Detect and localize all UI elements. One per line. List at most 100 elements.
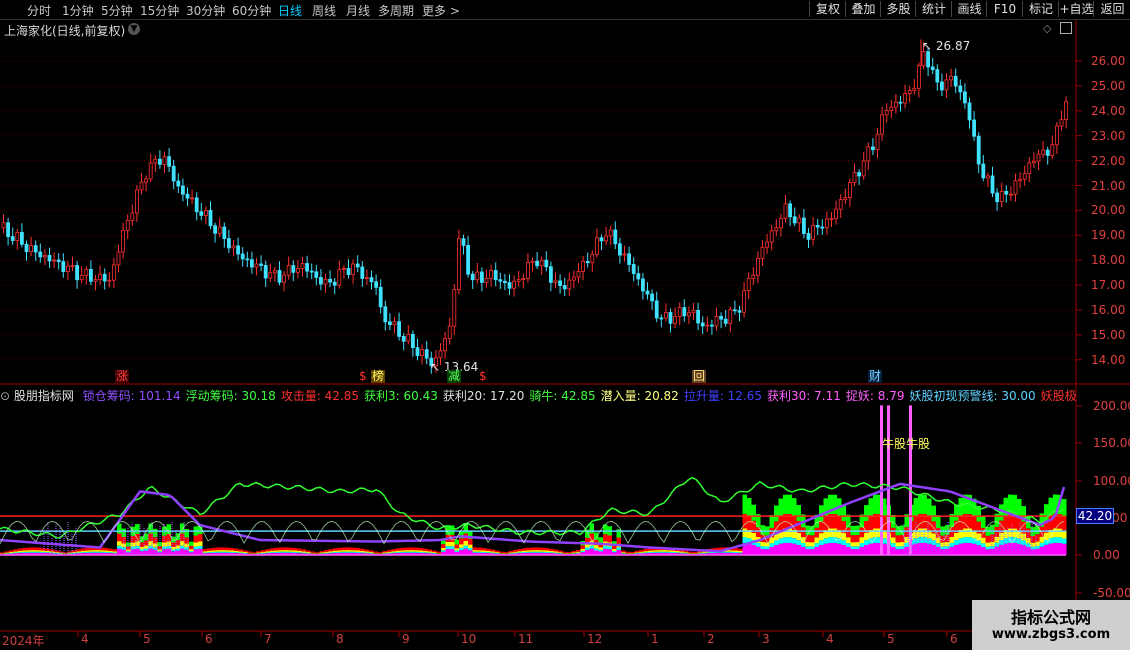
indicator-bar <box>328 552 333 554</box>
candle-body <box>834 208 838 220</box>
indicator-bar <box>468 548 473 551</box>
candle-body <box>341 268 346 271</box>
indicator-bar <box>652 550 657 552</box>
time-tick: 11 <box>518 632 534 646</box>
indicator-bar <box>819 533 824 541</box>
indicator-bar <box>31 550 36 552</box>
price-tick: 24.00 <box>1091 103 1126 118</box>
indicator-bar <box>414 547 419 551</box>
indicator-bar <box>378 552 383 554</box>
indicator-bar <box>769 547 774 555</box>
candle-body <box>664 312 668 319</box>
indicator-bar <box>297 550 302 553</box>
candle-body <box>641 278 645 292</box>
candle-body <box>475 271 480 281</box>
indicator-bar <box>238 549 243 552</box>
indicator-bar <box>513 549 518 552</box>
indicator-bar <box>832 528 837 538</box>
indicator-bar <box>454 550 459 552</box>
candle-body <box>1041 149 1045 155</box>
indicator-bar <box>580 550 585 553</box>
indicator-bar <box>994 546 999 555</box>
indicator-bar <box>256 552 261 554</box>
price-tick: 25.00 <box>1091 78 1126 93</box>
event-marker[interactable]: $ <box>478 370 488 383</box>
indicator-bar <box>985 542 990 547</box>
indicator-bar <box>868 543 873 555</box>
indicator-bar <box>954 532 959 541</box>
indicator-bar <box>4 553 9 554</box>
indicator-bar <box>189 551 194 553</box>
indicator-bar <box>805 549 810 555</box>
candle-body <box>291 265 296 273</box>
event-marker[interactable]: $ <box>358 370 368 383</box>
indicator-bar <box>279 551 284 553</box>
indicator-bar <box>441 550 446 552</box>
indicator-bar <box>58 551 63 553</box>
indicator-bar <box>99 551 104 553</box>
event-marker[interactable]: 财 <box>868 370 883 383</box>
indicator-bar <box>540 550 545 552</box>
event-marker[interactable]: 减 <box>447 370 462 383</box>
indicator-bar <box>103 551 108 553</box>
indicator-bar <box>405 550 410 552</box>
settings-icon[interactable]: ⊙ <box>0 389 10 403</box>
candle-body <box>687 312 691 317</box>
indicator-bar <box>832 542 837 555</box>
indicator-bar <box>229 551 234 553</box>
indicator-name[interactable]: 股朋指标网 <box>14 389 74 403</box>
indicator-bar <box>414 550 419 552</box>
indicator-bar <box>823 538 828 544</box>
indicator-bar <box>589 523 594 534</box>
indicator-bar <box>949 542 954 547</box>
candle-body <box>277 270 282 283</box>
indicator-bar <box>738 550 743 553</box>
indicator-bar <box>207 548 212 551</box>
candle-body <box>286 265 291 276</box>
indicator-bar <box>643 551 648 553</box>
candle-body <box>553 280 558 283</box>
price-tick: 20.00 <box>1091 203 1126 218</box>
indicator-bar <box>553 551 558 553</box>
candle-body <box>829 218 834 221</box>
indicator-item-8: 获利30: 7.11 <box>767 389 841 403</box>
event-marker[interactable]: 涨 <box>115 370 130 383</box>
indicator-bar <box>913 516 918 530</box>
candle-body <box>355 263 360 268</box>
candle-body <box>769 230 774 243</box>
indicator-bar <box>274 547 279 551</box>
indicator-bar <box>976 540 981 546</box>
indicator-bar <box>189 549 194 552</box>
candle-body <box>15 232 20 241</box>
indicator-bar <box>810 549 815 555</box>
candle-body <box>963 91 967 104</box>
indicator-bar <box>31 551 36 553</box>
event-marker[interactable]: 榜 <box>371 370 386 383</box>
indicator-bar <box>189 545 194 550</box>
indicator-bar <box>153 528 158 538</box>
indicator-bar <box>621 553 626 554</box>
indicator-bar <box>292 550 297 552</box>
indicator-bar <box>1062 538 1067 544</box>
indicator-bar <box>850 542 855 547</box>
event-marker[interactable]: 回 <box>692 370 707 383</box>
candle-body <box>1050 144 1055 156</box>
indicator-bar <box>499 552 504 554</box>
chart-canvas[interactable] <box>0 0 1130 650</box>
candle-body <box>806 233 811 240</box>
indicator-bar <box>463 541 468 546</box>
indicator-item-5: 骑牛: 42.85 <box>529 389 596 403</box>
indicator-bar <box>1062 499 1067 517</box>
candle-body <box>190 197 195 200</box>
price-tick: 18.00 <box>1091 253 1126 268</box>
indicator-bar <box>828 542 833 555</box>
candle-body <box>535 260 539 267</box>
indicator-bar <box>117 541 122 546</box>
candle-body <box>691 309 696 314</box>
indicator-bar <box>828 537 833 543</box>
indicator-bar <box>778 543 783 555</box>
indicator-bar <box>927 498 932 517</box>
indicator-bar <box>1030 542 1035 547</box>
indicator-bar <box>166 545 171 549</box>
spike-bar <box>880 405 883 555</box>
